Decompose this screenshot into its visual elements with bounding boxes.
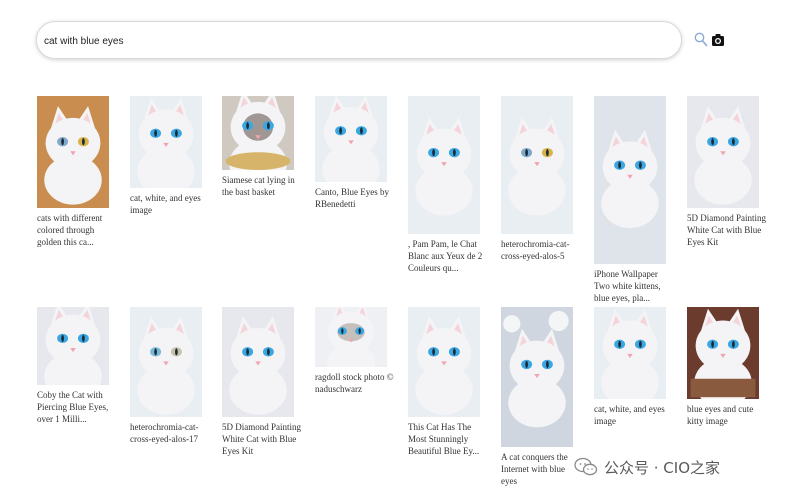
magnifier-icon: [694, 32, 708, 47]
result-thumbnail[interactable]: [408, 96, 480, 234]
result-item[interactable]: This Cat Has The Most Stunningly Beautif…: [408, 307, 480, 457]
camera-icon: [712, 34, 724, 46]
result-thumbnail[interactable]: [408, 307, 480, 417]
result-caption[interactable]: Siamese cat lying in the bast basket: [222, 174, 302, 198]
search-bar: [36, 21, 682, 59]
result-thumbnail[interactable]: [222, 96, 294, 170]
result-caption[interactable]: , Pam Pam, le Chat Blanc aux Yeux de 2 C…: [408, 238, 488, 274]
result-thumbnail[interactable]: [37, 96, 109, 208]
result-item[interactable]: cat, white, and eyes image: [130, 96, 202, 216]
result-caption[interactable]: blue eyes and cute kitty image: [687, 403, 767, 427]
image-search-button[interactable]: [711, 33, 725, 47]
result-thumbnail[interactable]: [687, 307, 759, 399]
result-thumbnail[interactable]: [315, 307, 387, 367]
result-caption[interactable]: cat, white, and eyes image: [130, 192, 210, 216]
result-item[interactable]: A cat conquers the Internet with blue ey…: [501, 307, 573, 487]
result-item[interactable]: Siamese cat lying in the bast basket: [222, 96, 295, 198]
result-thumbnail[interactable]: [594, 307, 666, 399]
result-caption[interactable]: cats with different colored through gold…: [37, 212, 117, 248]
result-caption[interactable]: cat, white, and eyes image: [594, 403, 674, 427]
result-item[interactable]: heterochromia-cat-cross-eyed-alos-17: [130, 307, 202, 445]
result-item[interactable]: cats with different colored through gold…: [37, 96, 109, 248]
result-caption[interactable]: 5D Diamond Painting White Cat with Blue …: [687, 212, 767, 248]
result-thumbnail[interactable]: [315, 96, 387, 182]
search-input[interactable]: [44, 32, 604, 50]
result-caption[interactable]: heterochromia-cat-cross-eyed-alos-5: [501, 238, 581, 262]
result-item[interactable]: iPhone Wallpaper Two white kittens, blue…: [594, 96, 666, 304]
result-caption[interactable]: This Cat Has The Most Stunningly Beautif…: [408, 421, 488, 457]
result-item[interactable]: Canto, Blue Eyes by RBenedetti: [315, 96, 389, 210]
result-item[interactable]: blue eyes and cute kitty image: [687, 307, 759, 427]
result-caption[interactable]: 5D Diamond Painting White Cat with Blue …: [222, 421, 302, 457]
result-caption[interactable]: heterochromia-cat-cross-eyed-alos-17: [130, 421, 210, 445]
result-item[interactable]: ragdoll stock photo © naduschwarz: [315, 307, 394, 395]
watermark-text: 公众号 · CIO之家: [604, 458, 721, 477]
result-item[interactable]: heterochromia-cat-cross-eyed-alos-5: [501, 96, 573, 262]
result-thumbnail[interactable]: [37, 307, 109, 385]
result-caption[interactable]: iPhone Wallpaper Two white kittens, blue…: [594, 268, 674, 304]
result-caption[interactable]: Coby the Cat with Piercing Blue Eyes, ov…: [37, 389, 117, 425]
result-item[interactable]: Coby the Cat with Piercing Blue Eyes, ov…: [37, 307, 109, 425]
result-thumbnail[interactable]: [687, 96, 759, 208]
wechat-logo: [574, 457, 598, 476]
result-item[interactable]: , Pam Pam, le Chat Blanc aux Yeux de 2 C…: [408, 96, 482, 274]
search-button[interactable]: [694, 32, 708, 48]
result-thumbnail[interactable]: [501, 96, 573, 234]
result-thumbnail[interactable]: [130, 96, 202, 188]
result-item[interactable]: 5D Diamond Painting White Cat with Blue …: [687, 96, 766, 248]
result-thumbnail[interactable]: [222, 307, 294, 417]
result-item[interactable]: 5D Diamond Painting White Cat with Blue …: [222, 307, 301, 457]
result-thumbnail[interactable]: [501, 307, 573, 447]
result-thumbnail[interactable]: [130, 307, 202, 417]
watermark: 公众号 · CIO之家: [574, 453, 720, 481]
result-item[interactable]: cat, white, and eyes image: [594, 307, 666, 427]
result-thumbnail[interactable]: [594, 96, 666, 264]
result-caption[interactable]: A cat conquers the Internet with blue ey…: [501, 451, 581, 487]
result-caption[interactable]: ragdoll stock photo © naduschwarz: [315, 371, 395, 395]
result-caption[interactable]: Canto, Blue Eyes by RBenedetti: [315, 186, 395, 210]
